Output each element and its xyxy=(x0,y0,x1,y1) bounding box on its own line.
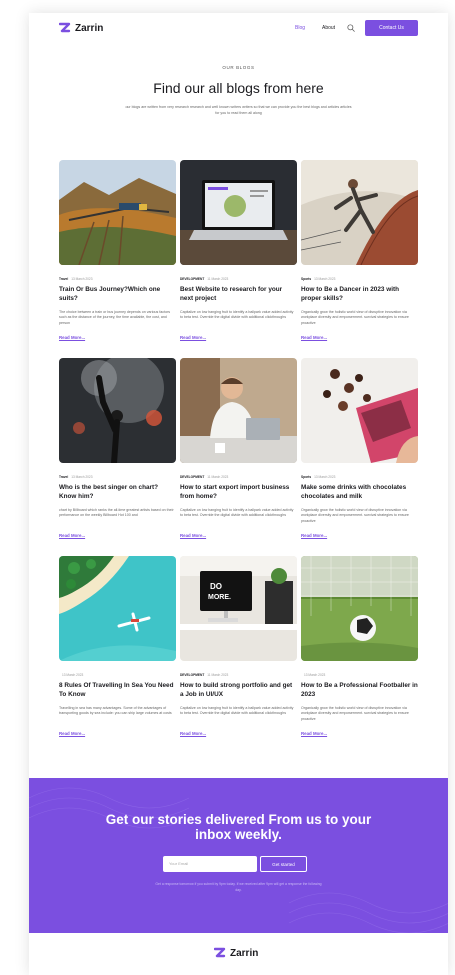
read-more-link[interactable]: Read More... xyxy=(59,533,85,538)
section-eyebrow: OUR BLOGS xyxy=(222,65,255,70)
read-more-link[interactable]: Read More... xyxy=(301,533,327,538)
top-nav: Zarrin Blog About Contact Us xyxy=(29,13,448,43)
card-excerpt: Travelling in sea has many advantages. S… xyxy=(59,706,172,716)
card-category: Sports xyxy=(301,277,312,281)
read-more-link[interactable]: Read More... xyxy=(301,335,327,340)
footer-logo-text: Zarrin xyxy=(230,947,259,959)
page-title: Find our all blogs from here xyxy=(153,80,324,96)
contact-us-button[interactable]: Contact Us xyxy=(365,20,418,36)
card-excerpt: Organically grow the holistic world view… xyxy=(301,706,409,721)
card-meta: DEVELOPMENT 11 March 2023 xyxy=(180,475,228,479)
email-field[interactable]: Your Email xyxy=(163,856,257,872)
card-date: 13 March 2023 xyxy=(71,277,93,281)
card-excerpt: The choice between a train or bus journe… xyxy=(59,310,171,325)
card-category: Travel xyxy=(59,475,69,479)
newsletter-note: Get a response tomorrow if you submit by… xyxy=(155,882,322,892)
card-title[interactable]: Who is the best singer on chart? Know hi… xyxy=(59,484,176,501)
logo-text: Zarrin xyxy=(75,22,104,34)
nav-link-blog[interactable]: Blog xyxy=(295,25,305,31)
card-excerpt: Capitalize on low hanging fruit to ident… xyxy=(180,310,294,320)
page: Zarrin Blog About Contact Us OUR BLOGS F… xyxy=(29,13,448,975)
svg-text:MORE.: MORE. xyxy=(208,594,231,601)
card-title[interactable]: How to build strong portfolio and get a … xyxy=(180,682,297,699)
card-date: 13 March 2023 xyxy=(314,277,336,281)
card-excerpt: Organically grow the holistic world view… xyxy=(301,508,409,523)
newsletter-section: Get our stories delivered From us to you… xyxy=(29,778,448,933)
card-title[interactable]: How to start export import business from… xyxy=(180,484,297,501)
card-meta: DEVELOPMENT 11 March 2023 xyxy=(180,673,228,677)
zarrin-logo-icon xyxy=(59,22,71,33)
read-more-link[interactable]: Read More... xyxy=(59,335,85,340)
card-title[interactable]: Make some drinks with chocolates chocola… xyxy=(301,484,418,501)
card-meta: 13 March 2023 xyxy=(59,673,83,677)
card-date: 11 March 2023 xyxy=(207,475,229,479)
card-meta: Travel 13 March 2023 xyxy=(59,475,92,479)
card-meta: Sports 13 March 2023 xyxy=(301,277,335,281)
logo[interactable]: Zarrin xyxy=(59,22,103,34)
read-more-link[interactable]: Read More... xyxy=(301,731,327,736)
zarrin-logo-icon xyxy=(214,947,226,958)
nav-link-about[interactable]: About xyxy=(322,25,335,31)
read-more-link[interactable]: Read More... xyxy=(180,335,206,340)
card-image-chocolates[interactable] xyxy=(301,358,418,463)
card-meta: Travel 13 March 2023 xyxy=(59,277,92,281)
card-image-laptop[interactable] xyxy=(180,160,297,265)
search-icon[interactable] xyxy=(347,24,355,32)
card-date: 13 March 2023 xyxy=(71,475,93,479)
card-date: 13 March 2023 xyxy=(304,673,326,677)
card-category: DEVELOPMENT xyxy=(180,673,205,677)
card-meta: 13 March 2023 xyxy=(301,673,325,677)
card-category: Travel xyxy=(59,277,69,281)
card-image-beach[interactable] xyxy=(59,556,176,661)
card-image-singer[interactable] xyxy=(59,358,176,463)
card-image-desk[interactable]: DO MORE. xyxy=(180,556,297,661)
svg-text:DO: DO xyxy=(210,582,222,591)
card-title[interactable]: How to Be a Dancer in 2023 with proper s… xyxy=(301,286,418,303)
card-category: DEVELOPMENT xyxy=(180,277,205,281)
card-excerpt: Organically grow the holistic world view… xyxy=(301,310,409,325)
read-more-link[interactable]: Read More... xyxy=(59,731,85,736)
card-image-train[interactable] xyxy=(59,160,176,265)
card-date: 11 March 2023 xyxy=(207,673,229,677)
card-title[interactable]: How to Be a Professional Footballer in 2… xyxy=(301,682,418,699)
card-meta: Sports 13 March 2023 xyxy=(301,475,335,479)
card-title[interactable]: Best Website to research for your next p… xyxy=(180,286,297,303)
card-image-businessman[interactable] xyxy=(180,358,297,463)
card-title[interactable]: Train Or Bus Journey?Which one suits? xyxy=(59,286,176,303)
card-excerpt: chart by Billboard which ranks the all-t… xyxy=(59,508,174,518)
footer-logo[interactable]: Zarrin xyxy=(214,947,258,959)
card-category: DEVELOPMENT xyxy=(180,475,205,479)
card-category: Sports xyxy=(301,475,312,479)
card-image-football[interactable] xyxy=(301,556,418,661)
card-image-dancer[interactable] xyxy=(301,160,418,265)
read-more-link[interactable]: Read More... xyxy=(180,731,206,736)
card-date: 13 March 2023 xyxy=(62,673,84,677)
card-excerpt: Capitalize on low hanging fruit to ident… xyxy=(180,508,294,518)
card-excerpt: Capitalize on low hanging fruit to ident… xyxy=(180,706,294,716)
newsletter-title: Get our stories delivered From us to you… xyxy=(105,812,372,842)
get-started-button[interactable]: Get started xyxy=(260,856,307,872)
card-date: 13 March 2023 xyxy=(314,475,336,479)
card-title[interactable]: 8 Rules Of Travelling In Sea You Need To… xyxy=(59,682,176,699)
card-meta: DEVELOPMENT 11 March 2023 xyxy=(180,277,228,281)
card-date: 11 March 2023 xyxy=(207,277,229,281)
page-subtitle: our blogs are written from very research… xyxy=(125,105,352,115)
read-more-link[interactable]: Read More... xyxy=(180,533,206,538)
